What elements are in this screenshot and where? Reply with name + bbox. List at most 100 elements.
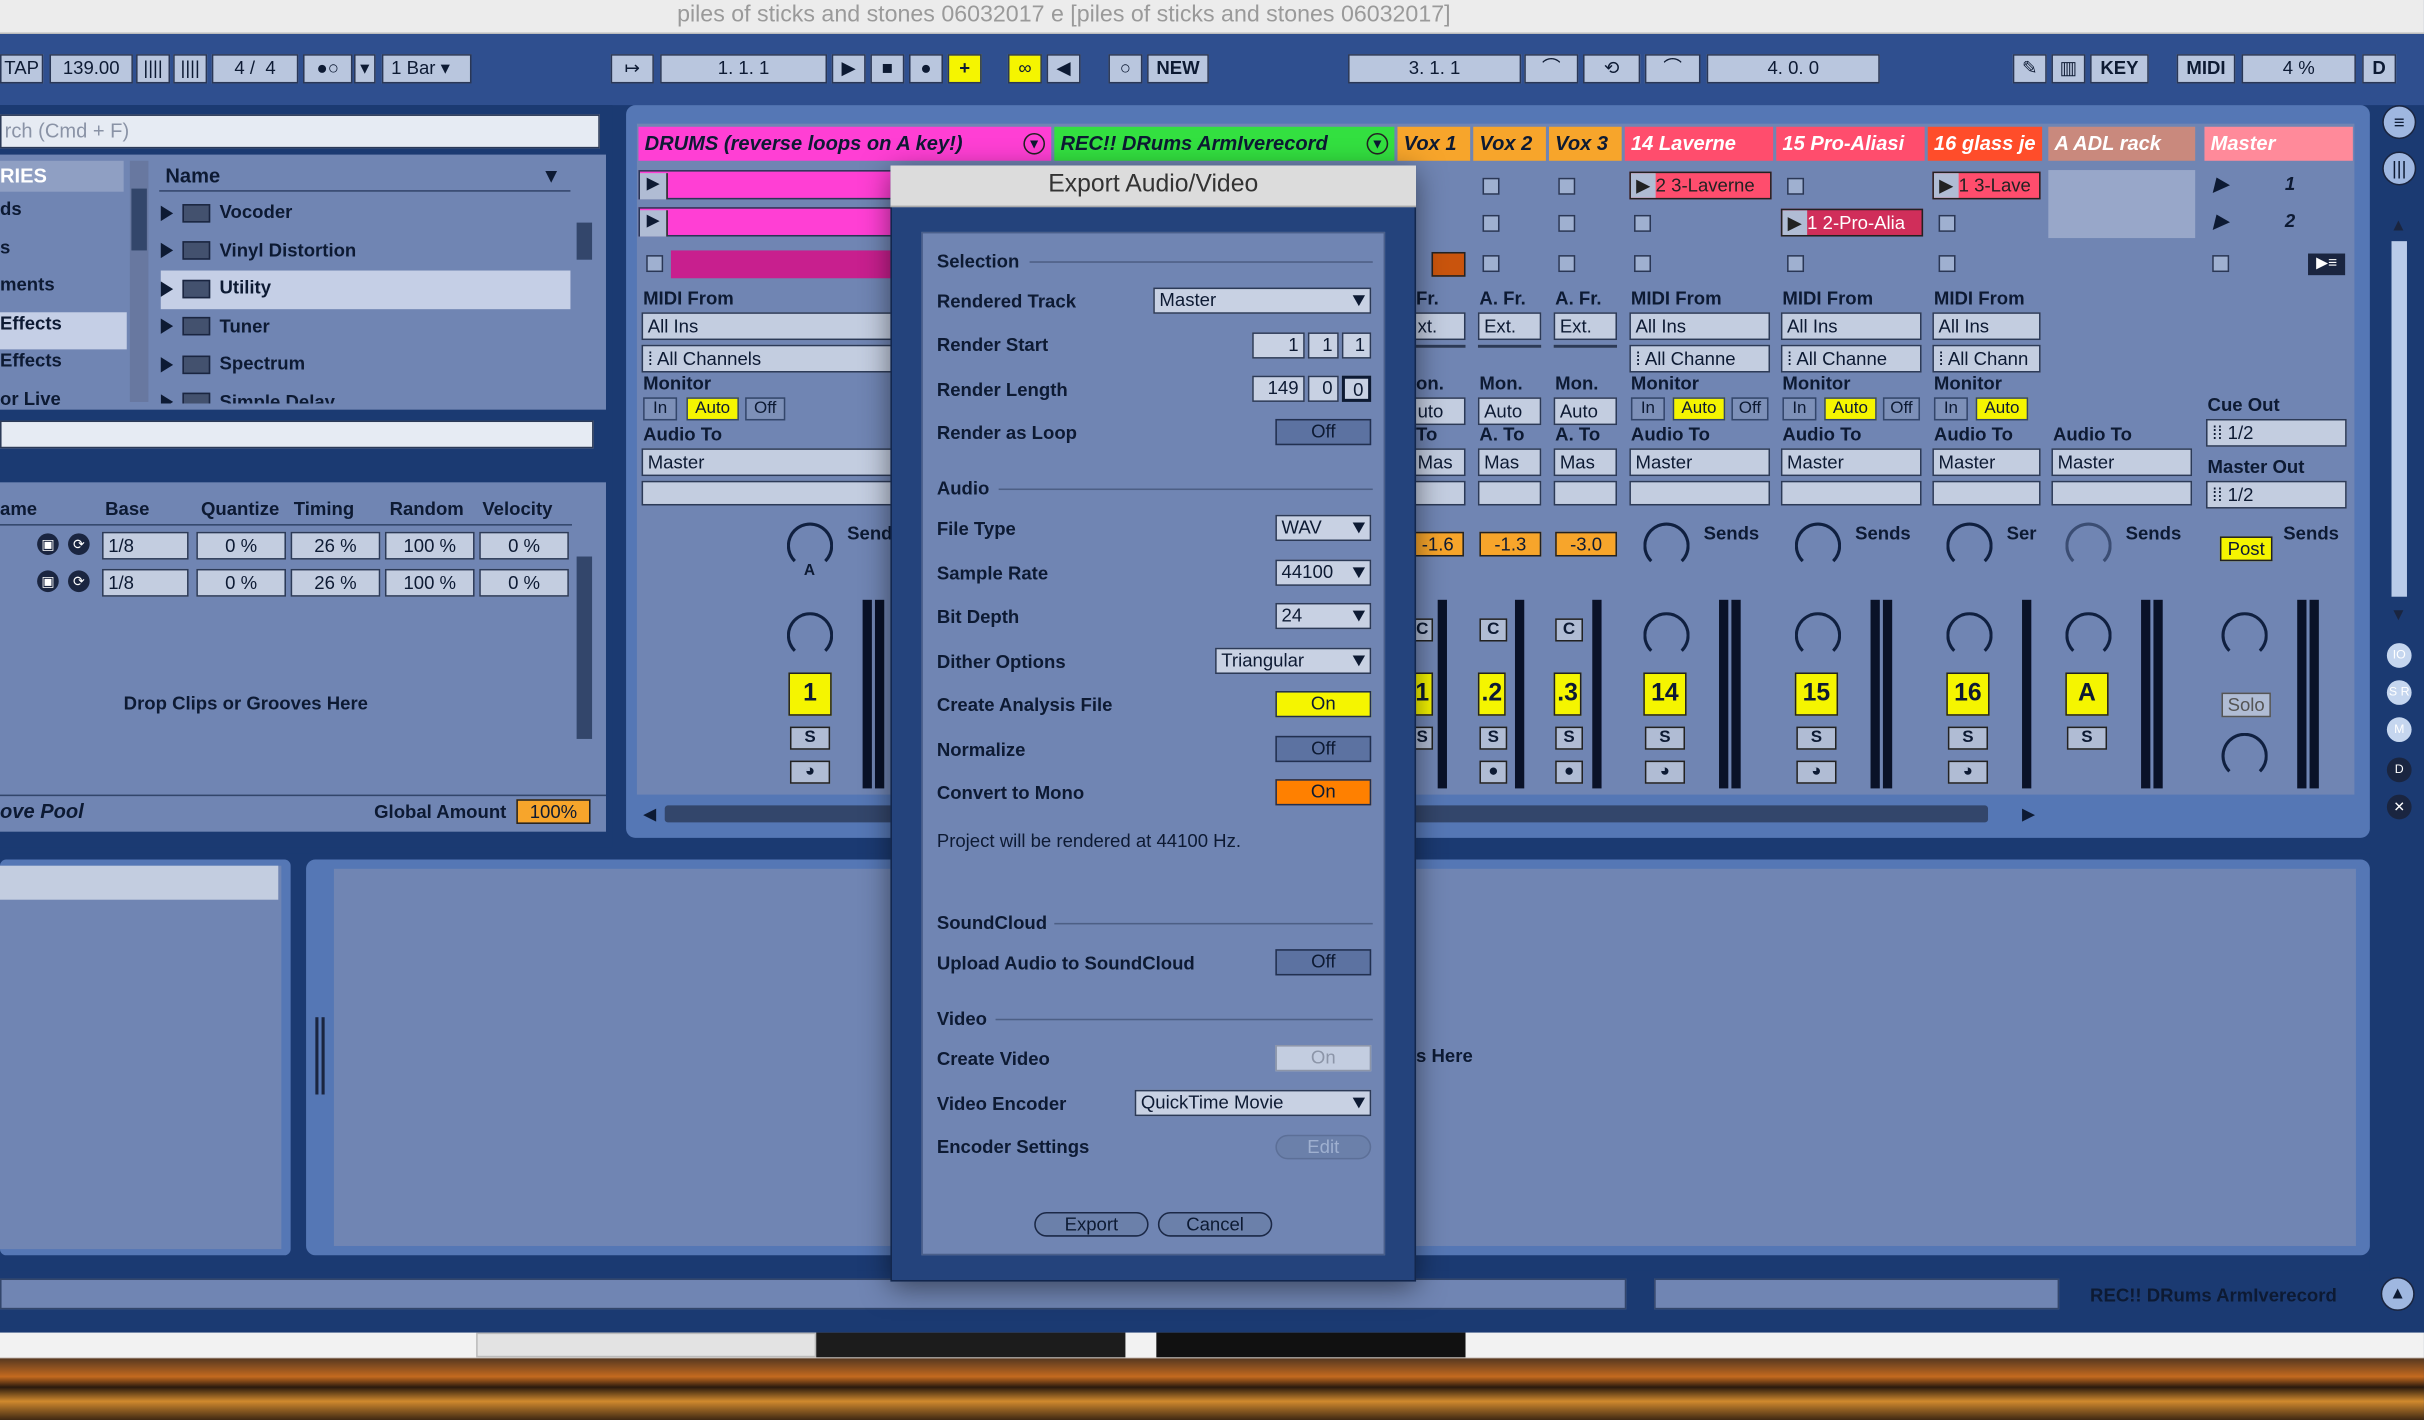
- vox2-input-select[interactable]: Ext.: [1477, 312, 1542, 341]
- punch-out-icon[interactable]: ⌒: [1644, 54, 1701, 84]
- vox2-activator[interactable]: .2: [1477, 672, 1506, 716]
- midi-from-select[interactable]: All Ins: [641, 312, 894, 341]
- track-header-vox1[interactable]: Vox 1: [1397, 126, 1471, 161]
- list-item[interactable]: Simple Delay: [160, 384, 571, 403]
- render-length-beats[interactable]: 0: [1307, 375, 1339, 402]
- category-item[interactable]: Effects: [0, 349, 127, 387]
- cancel-button[interactable]: Cancel: [1157, 1211, 1273, 1237]
- clip-16[interactable]: ▶ 1 3-Lave: [1932, 171, 2041, 200]
- scroll-down-icon[interactable]: ▼: [2390, 606, 2407, 625]
- fold-icon[interactable]: ▼: [1023, 132, 1046, 155]
- clip-slot[interactable]: [1482, 177, 1500, 195]
- convert-mono-toggle[interactable]: On: [1275, 779, 1372, 806]
- analysis-file-toggle[interactable]: On: [1275, 691, 1372, 718]
- vox3-activator[interactable]: .3: [1553, 672, 1582, 716]
- post-button[interactable]: Post: [2219, 536, 2273, 562]
- master-out-select[interactable]: ⁞⁞ 1/2: [2205, 480, 2347, 509]
- render-start-sixteenth[interactable]: 1: [1341, 332, 1372, 359]
- clip-slot[interactable]: [1634, 214, 1652, 232]
- t15-activator[interactable]: 15: [1794, 672, 1839, 716]
- vox2-monitor-select[interactable]: Auto: [1477, 397, 1542, 426]
- t16-pan-knob[interactable]: [1946, 612, 1993, 659]
- mixer-icon[interactable]: |||: [2382, 151, 2417, 186]
- groove-random[interactable]: 100 %: [384, 531, 475, 560]
- detail-toggle-icon[interactable]: ▲: [2380, 1276, 2415, 1311]
- solo-switch-button[interactable]: Solo: [2221, 692, 2271, 718]
- monitor-off[interactable]: Off: [745, 397, 786, 421]
- io-toggle-icon[interactable]: IO: [2386, 643, 2412, 668]
- vox3-monitor-select[interactable]: Auto: [1553, 397, 1618, 426]
- vox1-output-channel[interactable]: [1411, 480, 1466, 506]
- category-item[interactable]: ds: [0, 198, 127, 236]
- normalize-toggle[interactable]: Off: [1275, 735, 1372, 763]
- groove-velocity[interactable]: 0 %: [479, 531, 569, 560]
- groove-random[interactable]: 100 %: [384, 568, 475, 597]
- t16-send-knob[interactable]: [1946, 522, 1993, 569]
- stop-clip-button[interactable]: [1938, 255, 1956, 273]
- adl-solo-button[interactable]: S: [2066, 726, 2108, 750]
- vox3-cue-button[interactable]: C: [1555, 618, 1584, 642]
- stop-icon[interactable]: ■: [870, 54, 905, 84]
- render-start-bar[interactable]: 1: [1252, 332, 1305, 359]
- bit-depth-select[interactable]: 24: [1275, 602, 1372, 630]
- audio-to-select[interactable]: Master: [641, 448, 894, 477]
- overdub-plus-icon[interactable]: +: [947, 54, 982, 84]
- t14-send-knob[interactable]: [1643, 522, 1690, 569]
- stop-clip-button[interactable]: [1558, 255, 1576, 273]
- dither-select[interactable]: Triangular: [1215, 647, 1372, 675]
- left-arrow-icon[interactable]: ◀: [643, 804, 656, 824]
- computer-keyboard-icon[interactable]: ▥: [2051, 54, 2086, 84]
- t14-pan-knob[interactable]: [1643, 612, 1690, 659]
- hot-swap-icon[interactable]: ⟳: [68, 533, 90, 555]
- groove-velocity[interactable]: 0 %: [479, 568, 569, 597]
- t15-midi-from-select[interactable]: All Ins: [1780, 312, 1922, 341]
- sends-toggle-icon[interactable]: S R: [2386, 680, 2412, 705]
- loop-switch-icon[interactable]: ⟲: [1583, 54, 1641, 84]
- vox1-monitor-select[interactable]: uto: [1411, 397, 1466, 426]
- track-header-master[interactable]: Master: [2204, 126, 2353, 161]
- vox2-solo-button[interactable]: S: [1479, 726, 1508, 750]
- groove-base-select[interactable]: 1/8: [102, 531, 189, 560]
- master-pan-knob[interactable]: [2221, 612, 2268, 659]
- scroll-up-icon[interactable]: ▲: [2390, 216, 2407, 235]
- t15-monitor-off[interactable]: Off: [1882, 397, 1921, 421]
- vox2-arm-button[interactable]: ●: [1479, 760, 1508, 784]
- vox1-output-select[interactable]: Mas: [1411, 448, 1466, 477]
- search-input[interactable]: rch (Cmd + F): [0, 114, 600, 149]
- punch-in-icon[interactable]: ⌒: [1524, 54, 1579, 84]
- vox2-output-channel[interactable]: [1477, 480, 1542, 506]
- vox1-send-value[interactable]: -1.6: [1411, 531, 1464, 557]
- category-item-audio-effects[interactable]: Effects: [0, 311, 127, 350]
- name-header[interactable]: Name ▼: [159, 161, 571, 192]
- groove-quantize[interactable]: 0 %: [196, 568, 286, 597]
- t15-send-knob[interactable]: [1794, 522, 1842, 569]
- t14-monitor-off[interactable]: Off: [1731, 397, 1769, 421]
- list-item[interactable]: Vinyl Distortion: [160, 233, 571, 271]
- t16-arm-button[interactable]: ◕: [1947, 760, 1989, 784]
- fold-icon[interactable]: ▼: [1366, 132, 1389, 155]
- vox2-cue-button[interactable]: C: [1479, 618, 1508, 642]
- t14-channel-select[interactable]: ⁞ All Channe: [1629, 344, 1771, 373]
- t15-monitor-auto[interactable]: Auto: [1824, 397, 1877, 421]
- vox3-send-value[interactable]: -3.0: [1555, 531, 1618, 557]
- scene-scrollbar[interactable]: [2391, 241, 2407, 597]
- t16-audio-to-select[interactable]: Master: [1932, 448, 2041, 477]
- record-icon[interactable]: ●: [908, 54, 943, 84]
- solo-button[interactable]: S: [789, 726, 831, 750]
- render-length-sixteenths[interactable]: 0: [1341, 375, 1372, 402]
- clip-slot[interactable]: [1558, 214, 1576, 232]
- list-item[interactable]: Tuner: [160, 308, 571, 346]
- adl-send-knob[interactable]: [2065, 522, 2112, 569]
- render-start-beat[interactable]: 1: [1307, 332, 1339, 359]
- vox3-solo-button[interactable]: S: [1555, 726, 1584, 750]
- delay-toggle-icon[interactable]: D: [2386, 757, 2412, 783]
- item-scrollbar[interactable]: [575, 195, 594, 402]
- upload-soundcloud-toggle[interactable]: Off: [1275, 949, 1372, 976]
- clip-slot[interactable]: ▶: [638, 207, 894, 237]
- vox2-send-value[interactable]: -1.3: [1479, 531, 1542, 557]
- file-type-select[interactable]: WAV: [1275, 514, 1372, 542]
- vox3-arm-button[interactable]: ●: [1555, 760, 1584, 784]
- t14-monitor-auto[interactable]: Auto: [1672, 397, 1726, 421]
- clip-slot[interactable]: ▶: [638, 170, 894, 200]
- clip-slot[interactable]: [1558, 177, 1576, 195]
